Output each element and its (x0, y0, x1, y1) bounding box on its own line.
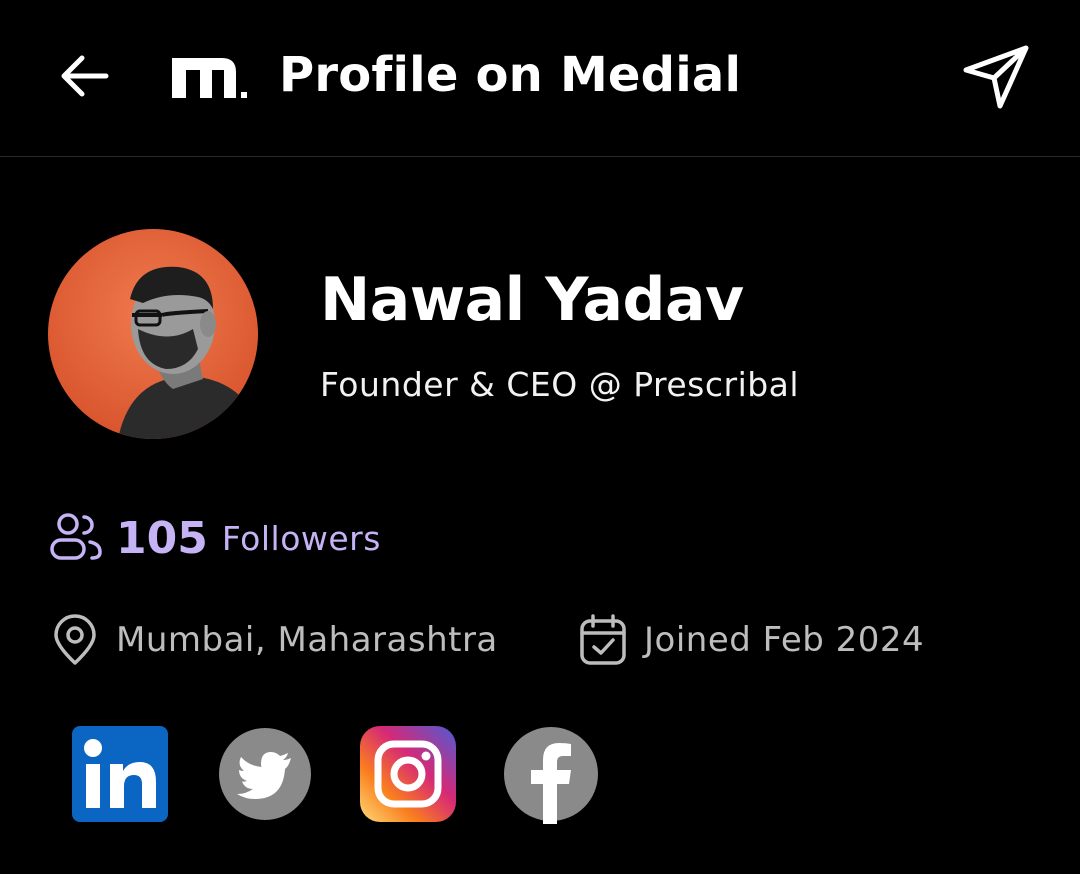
avatar[interactable] (48, 229, 258, 439)
followers-link[interactable]: 105 Followers (48, 508, 381, 568)
back-button[interactable] (56, 48, 112, 104)
location-row: Mumbai, Maharashtra (50, 610, 498, 670)
twitter-link[interactable] (215, 724, 315, 824)
calendar-check-icon (580, 614, 626, 665)
profile-name: Nawal Yadav (320, 265, 744, 335)
joined-row: Joined Feb 2024 (578, 610, 924, 670)
profile-headline: Founder & CEO @ Prescribal (320, 365, 800, 404)
send-paper-plane-icon (963, 45, 1029, 109)
facebook-link[interactable] (501, 724, 601, 824)
arrow-left-icon (61, 55, 109, 97)
page-title: Profile on Medial (279, 47, 742, 103)
facebook-icon (504, 727, 598, 824)
twitter-icon (219, 728, 311, 820)
instagram-icon (360, 726, 456, 822)
map-pin-icon (54, 614, 96, 665)
linkedin-link[interactable] (70, 724, 170, 824)
followers-label: Followers (221, 518, 381, 558)
location-text: Mumbai, Maharashtra (116, 620, 498, 660)
share-button[interactable] (958, 40, 1034, 112)
top-app-bar: Profile on Medial (0, 0, 1080, 157)
linkedin-icon (72, 726, 168, 822)
instagram-link[interactable] (358, 724, 458, 824)
joined-text: Joined Feb 2024 (644, 620, 925, 660)
users-icon (50, 513, 102, 560)
followers-count: 105 (116, 512, 208, 564)
medial-logo-icon (170, 52, 250, 100)
